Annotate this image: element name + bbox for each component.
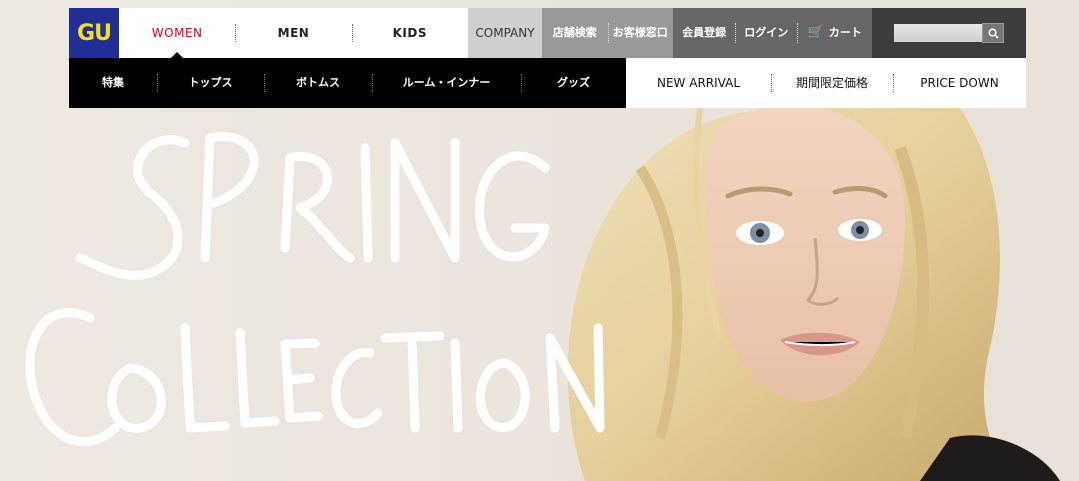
category-header: 特集 トップス ボトムス ルーム・インナー グッズ NEW ARRIVAL 期間… (69, 58, 1026, 108)
nav-customer-support[interactable]: お客様窓口 (607, 8, 674, 58)
account-nav: 会員登録 ログイン 🛒 カート (673, 8, 872, 58)
cat-feature[interactable]: 特集 (69, 58, 157, 108)
nav-new-arrival[interactable]: NEW ARRIVAL (626, 58, 771, 108)
cat-tops[interactable]: トップス (157, 58, 264, 108)
cart-label: カート (828, 26, 862, 39)
hero-image[interactable] (0, 108, 1079, 481)
search-icon (988, 28, 999, 39)
pick-nav: NEW ARRIVAL 期間限定価格 PRICE DOWN (626, 58, 1026, 108)
nav-women[interactable]: WOMEN (119, 8, 235, 58)
gu-logo[interactable]: GU (69, 8, 119, 58)
nav-price-down[interactable]: PRICE DOWN (893, 58, 1026, 108)
gender-nav: WOMEN MEN KIDS (119, 8, 468, 58)
nav-men[interactable]: MEN (235, 8, 351, 58)
nav-company[interactable]: COMPANY (468, 8, 542, 58)
service-nav: 店舗検索 お客様窓口 (542, 8, 673, 58)
nav-kids[interactable]: KIDS (351, 8, 468, 58)
global-header: GU WOMEN MEN KIDS COMPANY 店舗検索 お客様窓口 会員登… (69, 8, 1026, 58)
cart-icon: 🛒 (807, 25, 824, 40)
search-input[interactable] (894, 24, 982, 42)
cat-bottoms[interactable]: ボトムス (264, 58, 372, 108)
nav-limited-price[interactable]: 期間限定価格 (771, 58, 893, 108)
cat-goods[interactable]: グッズ (521, 58, 626, 108)
search-box (872, 8, 1026, 58)
cat-room-inner[interactable]: ルーム・インナー (372, 58, 521, 108)
category-nav: 特集 トップス ボトムス ルーム・インナー グッズ (69, 58, 626, 108)
nav-cart[interactable]: 🛒 カート (797, 8, 872, 58)
nav-register[interactable]: 会員登録 (673, 8, 735, 58)
nav-store-search[interactable]: 店舗検索 (542, 8, 608, 58)
search-button[interactable] (982, 23, 1004, 43)
nav-login[interactable]: ログイン (735, 8, 797, 58)
